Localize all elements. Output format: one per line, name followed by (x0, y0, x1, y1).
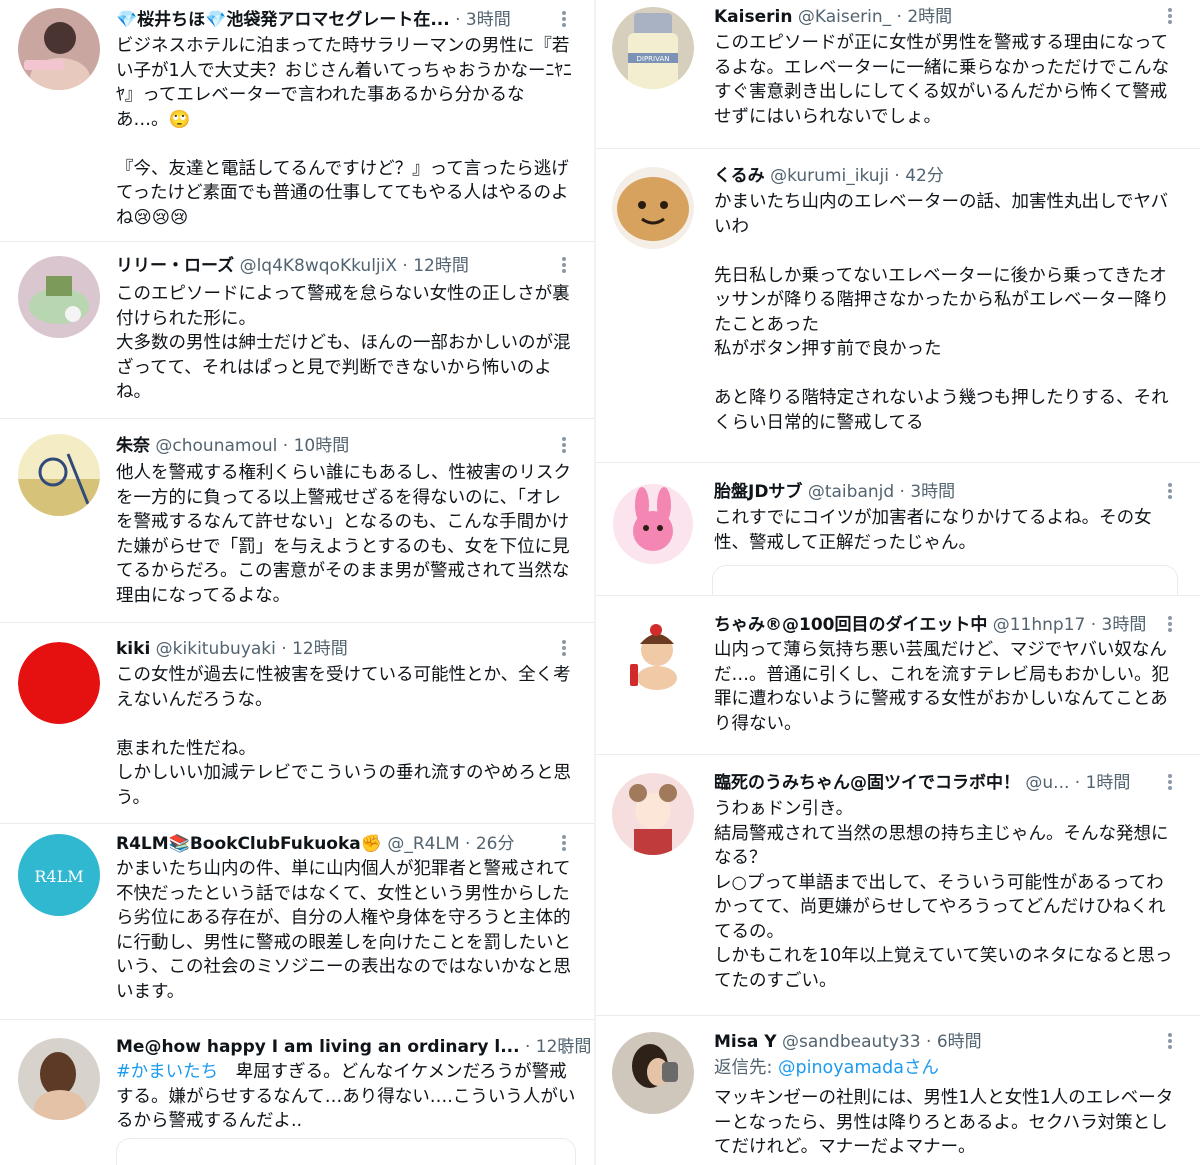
svg-text:DIPRIVAN: DIPRIVAN (637, 55, 670, 63)
more-options-icon[interactable] (1166, 614, 1174, 636)
tweet-meta: @chounamoul · 10時間 (155, 436, 350, 456)
tweet-text: このエピソードが正に女性が男性を警戒する理由になってるよな。エレベーターに一緒に… (714, 33, 1169, 127)
avatar[interactable] (18, 1038, 100, 1120)
tweet[interactable]: Me@how happy I am living an ordinary l..… (0, 1020, 594, 1165)
reply-to-handle-link[interactable]: @pinoyamadaさん (778, 1058, 939, 1078)
tweet-text: #かまいたち 卑屈すぎる。どんなイケメンだろうが警戒する。嫌がらせするなんて…あ… (116, 1060, 576, 1134)
avatar[interactable] (18, 434, 100, 516)
display-name[interactable]: くるみ (714, 166, 765, 186)
tweet[interactable]: 朱奈 @chounamoul · 10時間 他人を警戒する権利くらい誰にもあるし… (0, 419, 594, 623)
tweet[interactable]: Misa Y @sandbeauty33 · 6時間 返信先: @pinoyam… (596, 1016, 1200, 1165)
quoted-tweet-card[interactable] (712, 565, 1178, 595)
display-name[interactable]: 💎桜井ちほ💎池袋発アロマセグレート在... (116, 10, 450, 30)
tweet-text: ビジネスホテルに泊まってた時サラリーマンの男性に『若い子が1人で大丈夫？おじさん… (116, 36, 572, 228)
tweet-meta: @kurumi_ikuji · 42分 (770, 166, 944, 186)
avatar[interactable]: DIPRIVAN (612, 7, 694, 89)
display-name[interactable]: kiki (116, 639, 150, 659)
more-options-icon[interactable] (560, 638, 568, 660)
tweet[interactable]: DIPRIVAN Kaiserin @Kaiserin_ · 2時間 このエピソ… (596, 0, 1200, 149)
tweet-text: これすでにコイツが加害者になりかけてるよね。その女性、警戒して正解だったじゃん。 (714, 508, 1152, 553)
more-options-icon[interactable] (560, 1036, 568, 1058)
more-options-icon[interactable] (1166, 6, 1174, 28)
tweet-meta: @u... · 1時間 (1025, 773, 1131, 793)
more-options-icon[interactable] (1166, 481, 1174, 503)
tweet[interactable]: くるみ @kurumi_ikuji · 42分 かまいたち山内のエレベーターの話… (596, 149, 1200, 463)
reply-to-label: 返信先: (714, 1058, 778, 1078)
display-name[interactable]: 朱奈 (116, 436, 150, 456)
tweet-text: この女性が過去に性被害を受けている可能性とか、全く考えないんだろうな。 恵まれた… (116, 665, 571, 808)
avatar[interactable] (18, 642, 100, 724)
tweet-meta: @kikitubuyaki · 12時間 (155, 639, 348, 659)
tweet-meta: @_R4LM · 26分 (387, 834, 515, 854)
tweet-text: うわぁドン引き。 結局警戒されて当然の思想の持ち主じゃん。そんな発想になる？ レ… (714, 799, 1173, 991)
tweet-text: かまいたち山内のエレベーターの話、加害性丸出しでヤバいわ 先日私しか乗ってないエ… (714, 192, 1169, 433)
display-name[interactable]: リリー・ローズ (116, 256, 234, 276)
display-name[interactable]: ちゃみ®@100回目のダイエット中 (714, 615, 987, 635)
more-options-icon[interactable] (560, 9, 568, 31)
right-reply-column: DIPRIVAN Kaiserin @Kaiserin_ · 2時間 このエピソ… (594, 0, 1200, 1165)
avatar[interactable] (18, 256, 100, 338)
svg-text:R4LM: R4LM (34, 867, 83, 886)
tweet[interactable]: 胎盤JDサブ @taibanjd · 3時間 これすでにコイツが加害者になりかけ… (596, 463, 1200, 596)
tweet[interactable]: リリー・ローズ @lq4K8wqoKkuljiX · 12時間 このエピソードに… (0, 242, 594, 419)
avatar[interactable] (612, 616, 694, 698)
display-name[interactable]: 胎盤JDサブ (714, 482, 802, 502)
tweet-meta: @taibanjd · 3時間 (807, 482, 956, 502)
tweet[interactable]: R4LM R4LM📚BookClubFukuoka✊ @_R4LM · 26分 … (0, 824, 594, 1020)
more-options-icon[interactable] (560, 435, 568, 457)
tweet-meta: @11hnp17 · 3時間 (992, 615, 1147, 635)
more-options-icon[interactable] (560, 255, 568, 277)
avatar[interactable] (612, 1032, 694, 1114)
tweet-meta: · 3時間 (455, 10, 511, 30)
tweet-meta: @lq4K8wqoKkuljiX · 12時間 (239, 256, 469, 276)
tweet-meta: @Kaiserin_ · 2時間 (797, 7, 953, 27)
avatar[interactable]: R4LM (18, 834, 100, 916)
tweet-text: このエピソードによって警戒を怠らない女性の正しさが裏付けられた形に。 大多数の男… (116, 284, 571, 402)
avatar[interactable] (612, 167, 694, 249)
tweet-text: 山内って薄ら気持ち悪い芸風だけど、マジでヤバい奴なんだ…。普通に引くし、これを流… (714, 640, 1169, 734)
display-name[interactable]: Misa Y (714, 1032, 777, 1052)
display-name[interactable]: Me@how happy I am living an ordinary l..… (116, 1037, 520, 1057)
more-options-icon[interactable] (1166, 1031, 1174, 1053)
avatar[interactable] (612, 773, 694, 855)
tweet[interactable]: kiki @kikitubuyaki · 12時間 この女性が過去に性被害を受け… (0, 623, 594, 824)
more-options-icon[interactable] (560, 833, 568, 855)
avatar[interactable] (18, 8, 100, 90)
tweet-meta: · 12時間 (524, 1037, 592, 1057)
tweet[interactable]: 臨死のうみちゃん@固ツイでコラボ中！ @u... · 1時間 うわぁドン引き。 … (596, 755, 1200, 1016)
left-reply-column: 💎桜井ちほ💎池袋発アロマセグレート在... · 3時間 ビジネスホテルに泊まって… (0, 0, 594, 1165)
tweet-meta: @sandbeauty33 · 6時間 (781, 1032, 982, 1052)
tweet-text: 他人を警戒する権利くらい誰にもあるし、性被害のリスクを一方的に負ってる以上警戒せ… (116, 463, 571, 606)
tweet[interactable]: ちゃみ®@100回目のダイエット中 @11hnp17 · 3時間 山内って薄ら気… (596, 596, 1200, 755)
display-name[interactable]: Kaiserin (714, 7, 792, 27)
quoted-tweet-card[interactable] (116, 1138, 576, 1165)
more-options-icon[interactable] (1166, 772, 1174, 794)
display-name[interactable]: R4LM📚BookClubFukuoka✊ (116, 834, 382, 854)
reply-to-line: 返信先: @pinoyamadaさん (714, 1057, 939, 1079)
display-name[interactable]: 臨死のうみちゃん@固ツイでコラボ中！ (714, 773, 1020, 793)
tweet[interactable]: 💎桜井ちほ💎池袋発アロマセグレート在... · 3時間 ビジネスホテルに泊まって… (0, 0, 594, 242)
avatar[interactable] (612, 483, 694, 565)
hashtag-link[interactable]: #かまいたち (116, 1062, 218, 1082)
tweet-text: マッキンゼーの社則には、男性1人と女性1人のエレベーターとなったら、男性は降りろ… (714, 1088, 1174, 1157)
tweet-feed-screenshot: 💎桜井ちほ💎池袋発アロマセグレート在... · 3時間 ビジネスホテルに泊まって… (0, 0, 1200, 1165)
tweet-text: かまいたち山内の件、単に山内個人が犯罪者と警戒されて不快だったという話ではなくて… (116, 859, 571, 1002)
